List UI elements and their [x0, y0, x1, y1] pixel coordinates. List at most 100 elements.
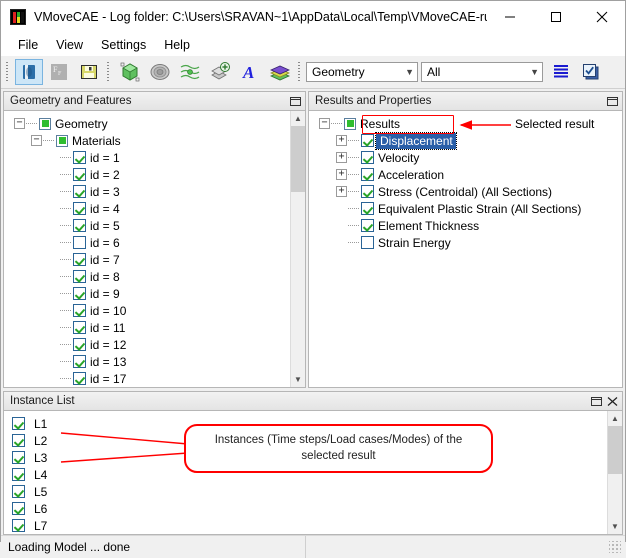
tree-node[interactable]: + Stress (Centroidal) (All Sections) [309, 183, 622, 200]
list-view-icon[interactable] [547, 59, 575, 85]
tree-node[interactable]: Equivalent Plastic Strain (All Sections) [309, 200, 622, 217]
checkbox-checked[interactable] [12, 485, 25, 498]
checkbox-checked[interactable] [361, 134, 374, 147]
close-button[interactable] [579, 1, 625, 33]
entity-type-select[interactable]: Geometry ▼ [306, 62, 418, 82]
scroll-track[interactable] [607, 426, 622, 519]
instance-list-item[interactable]: L7 [12, 517, 607, 534]
tree-node[interactable]: id = 8 [4, 268, 290, 285]
tree-node[interactable]: id = 12 [4, 336, 290, 353]
instance-list-item[interactable]: L6 [12, 500, 607, 517]
checkbox-checked[interactable] [73, 151, 86, 164]
tree-node[interactable]: id = 2 [4, 166, 290, 183]
checkbox-checked[interactable] [73, 168, 86, 181]
collapse-icon[interactable]: − [31, 135, 42, 146]
collapse-icon[interactable]: − [14, 118, 25, 129]
tree-node[interactable]: id = 5 [4, 217, 290, 234]
checkbox-checked[interactable] [12, 417, 25, 430]
tree-node[interactable]: id = 4 [4, 200, 290, 217]
scroll-track[interactable] [290, 126, 305, 372]
scroll-thumb[interactable] [607, 426, 622, 474]
add-layer-icon[interactable] [206, 59, 234, 85]
expand-icon[interactable]: + [336, 186, 347, 197]
menu-help[interactable]: Help [155, 36, 199, 54]
instance-list-item[interactable]: L5 [12, 483, 607, 500]
tree-node[interactable]: id = 10 [4, 302, 290, 319]
collapse-icon[interactable]: − [319, 118, 330, 129]
minimize-button[interactable] [487, 1, 533, 33]
instance-list-scrollbar[interactable]: ▲ ▼ [607, 411, 622, 534]
tree-node[interactable]: + Acceleration [309, 166, 622, 183]
instance-list-item[interactable]: L4 [12, 466, 607, 483]
scroll-up-icon[interactable]: ▲ [608, 411, 623, 426]
tree-node[interactable]: + Displacement [309, 131, 622, 150]
geometry-tree[interactable]: − Geometry − Materials id = 1 id = 2 id = 3 id … [3, 110, 306, 388]
scroll-up-icon[interactable]: ▲ [291, 111, 306, 126]
close-icon[interactable] [605, 394, 619, 408]
tree-node[interactable]: id = 17 [4, 370, 290, 387]
checkbox-checked[interactable] [361, 151, 374, 164]
instance-list-item[interactable]: L3 [12, 449, 607, 466]
menu-file[interactable]: File [9, 36, 47, 54]
instance-list-item[interactable]: L2 [12, 432, 607, 449]
scroll-down-icon[interactable]: ▼ [608, 519, 623, 534]
ff-function-icon[interactable]: F F [45, 59, 73, 85]
tree-node[interactable]: id = 6 [4, 234, 290, 251]
checkbox-checked[interactable] [73, 338, 86, 351]
tree-node[interactable]: − Materials [4, 132, 290, 149]
open-model-icon[interactable] [15, 59, 43, 85]
tree-node[interactable]: id = 3 [4, 183, 290, 200]
instance-list-box[interactable]: L1 L2 L3 L4 L5 L6 L7 ▲ ▼ [3, 410, 623, 535]
entity-filter-select[interactable]: All ▼ [421, 62, 543, 82]
layers-stack-icon[interactable] [266, 59, 294, 85]
maximize-button[interactable] [533, 1, 579, 33]
toolbar-gripper[interactable] [297, 61, 303, 83]
checkbox-checked[interactable] [73, 355, 86, 368]
checkbox-checked[interactable] [73, 202, 86, 215]
checkbox-checked[interactable] [361, 185, 374, 198]
checkbox-checked[interactable] [361, 202, 374, 215]
annotation-text-icon[interactable]: A [236, 59, 264, 85]
geometry-tree-scrollbar[interactable]: ▲ ▼ [290, 111, 305, 387]
checkbox-checked[interactable] [73, 253, 86, 266]
scroll-down-icon[interactable]: ▼ [291, 372, 306, 387]
checkbox-checked[interactable] [12, 519, 25, 532]
results-tree[interactable]: − Results + Displacement + Velocity + Accelerat… [308, 110, 623, 388]
checkbox-checked[interactable] [12, 434, 25, 447]
tree-node[interactable]: − Results [309, 115, 622, 132]
contour-plot-icon[interactable] [176, 59, 204, 85]
menu-view[interactable]: View [47, 36, 92, 54]
tree-node[interactable]: id = 13 [4, 353, 290, 370]
checkbox-checked[interactable] [73, 219, 86, 232]
tree-node[interactable]: − Geometry [4, 115, 290, 132]
checkbox-unchecked[interactable] [361, 236, 374, 249]
checkbox-checked[interactable] [73, 270, 86, 283]
checkbox-checked[interactable] [361, 219, 374, 232]
tree-node[interactable]: id = 11 [4, 319, 290, 336]
mesh-disc-icon[interactable] [146, 59, 174, 85]
save-icon[interactable] [75, 59, 103, 85]
instance-list-item[interactable]: L1 [12, 415, 607, 432]
checkbox-checked[interactable] [73, 287, 86, 300]
select-all-icon[interactable] [577, 59, 605, 85]
scroll-thumb[interactable] [290, 126, 305, 192]
checkbox-checked[interactable] [73, 372, 86, 385]
toolbar-gripper[interactable] [5, 61, 11, 83]
checkbox-checked[interactable] [73, 304, 86, 317]
geometry-cube-icon[interactable] [116, 59, 144, 85]
float-icon[interactable] [288, 94, 302, 108]
tree-node[interactable]: + Velocity [309, 149, 622, 166]
checkbox-checked[interactable] [12, 502, 25, 515]
expand-icon[interactable]: + [336, 152, 347, 163]
expand-icon[interactable]: + [336, 169, 347, 180]
checkbox-checked[interactable] [361, 168, 374, 181]
float-icon[interactable] [589, 394, 603, 408]
resize-grip-icon[interactable] [609, 541, 621, 553]
tree-node[interactable]: id = 7 [4, 251, 290, 268]
float-icon[interactable] [605, 94, 619, 108]
checkbox-checked[interactable] [73, 321, 86, 334]
checkbox-checked[interactable] [12, 468, 25, 481]
checkbox-checked[interactable] [73, 185, 86, 198]
checkbox-unchecked[interactable] [73, 236, 86, 249]
menu-settings[interactable]: Settings [92, 36, 155, 54]
